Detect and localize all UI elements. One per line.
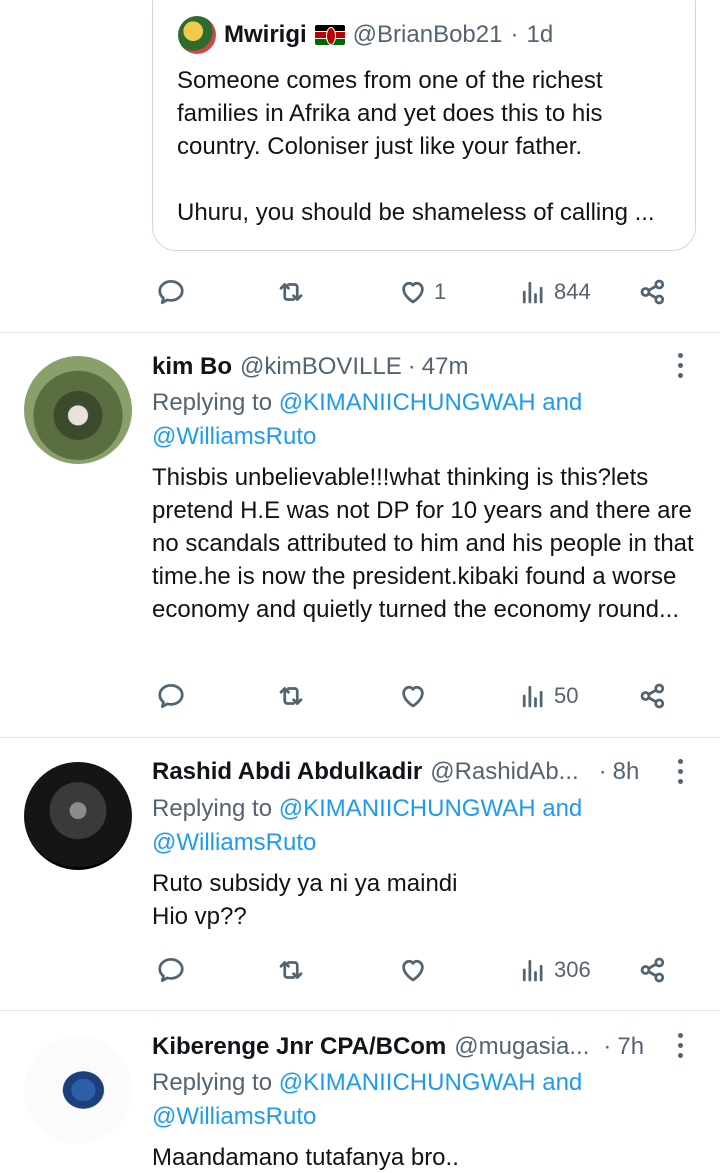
reply-icon	[158, 280, 184, 304]
share-icon	[640, 957, 665, 983]
handle[interactable]: @kimBOVILLE	[240, 353, 402, 381]
handle[interactable]: @mugasia...	[454, 1033, 589, 1061]
dot-separator: ·	[598, 758, 607, 785]
timestamp[interactable]: 7h	[617, 1033, 644, 1061]
mention-link[interactable]: @KIMANIICHUNGWAH	[279, 795, 536, 822]
quoted-tweet-text: Someone comes from one of the richest fa…	[177, 67, 655, 226]
retweet-icon	[279, 687, 303, 705]
retweet-button[interactable]	[276, 676, 306, 716]
like-icon	[402, 959, 424, 982]
mention-link[interactable]: @WilliamsRuto	[152, 829, 316, 856]
quoted-display-name[interactable]: Mwirigi	[224, 21, 307, 49]
replying-and: and	[535, 1069, 583, 1096]
tweet-text: Thisbis unbelievable!!!what thinking is …	[152, 464, 694, 623]
mention-link[interactable]: @KIMANIICHUNGWAH	[279, 1069, 536, 1096]
like-icon	[402, 685, 424, 708]
dot-separator: ·	[407, 353, 416, 380]
views-icon	[522, 959, 543, 982]
timestamp[interactable]: 47m	[422, 353, 469, 381]
avatar[interactable]	[24, 1036, 132, 1144]
more-icon[interactable]	[668, 755, 692, 787]
replying-and: and	[535, 795, 583, 822]
share-button[interactable]	[638, 676, 668, 716]
replying-to: Replying to @KIMANIICHUNGWAH and @William…	[152, 1066, 692, 1134]
views-count: 50	[554, 683, 579, 708]
quoted-handle[interactable]: @BrianBob21	[353, 21, 503, 49]
replying-to: Replying to @KIMANIICHUNGWAH and @William…	[152, 792, 692, 860]
retweet-icon	[279, 961, 303, 979]
views-button[interactable]: 50	[518, 676, 578, 716]
tweet-header: Kiberenge Jnr CPA/BCom @mugasia... · 7h	[152, 1031, 644, 1063]
replying-to: Replying to @KIMANIICHUNGWAH and @William…	[152, 386, 692, 454]
quoted-timestamp[interactable]: 1d	[526, 21, 553, 49]
retweet-button[interactable]	[276, 950, 306, 990]
reply-button[interactable]	[156, 272, 186, 312]
like-button[interactable]	[398, 950, 428, 990]
replying-to-label: Replying to	[152, 1069, 279, 1096]
share-icon	[640, 683, 665, 709]
reply-button[interactable]	[156, 676, 186, 716]
views-button[interactable]: 844	[518, 272, 591, 312]
quoted-avatar[interactable]	[178, 16, 216, 54]
like-icon	[402, 281, 424, 304]
replying-to-label: Replying to	[152, 389, 279, 416]
like-button[interactable]: 1	[398, 272, 446, 312]
more-icon[interactable]	[668, 1029, 692, 1061]
views-icon	[522, 281, 543, 304]
tweet-text: Ruto subsidy ya ni ya maindi Hio vp??	[152, 870, 458, 930]
views-icon	[522, 685, 543, 708]
share-icon	[640, 279, 665, 305]
main-tweet-actions: 1 844	[150, 272, 690, 312]
kenya-flag-icon	[314, 25, 345, 45]
like-count: 1	[434, 279, 447, 304]
dot-separator: ·	[510, 21, 519, 48]
replying-and: and	[535, 389, 583, 416]
avatar[interactable]	[24, 762, 132, 870]
replying-to-label: Replying to	[152, 795, 279, 822]
reply-icon	[158, 958, 184, 982]
tweet-actions: 306	[150, 950, 690, 990]
dot-separator: ·	[603, 1033, 612, 1060]
tweet-text: Maandamano tutafanya bro..	[152, 1144, 459, 1171]
handle[interactable]: @RashidAb...	[430, 758, 578, 786]
tweet-actions: 50	[150, 676, 690, 716]
mention-link[interactable]: @WilliamsRuto	[152, 423, 316, 450]
share-button[interactable]	[638, 272, 668, 312]
avatar[interactable]	[24, 356, 132, 464]
reply-icon	[158, 684, 184, 708]
like-button[interactable]	[398, 676, 428, 716]
display-name[interactable]: kim Bo	[152, 353, 232, 381]
mention-link[interactable]: @KIMANIICHUNGWAH	[279, 389, 536, 416]
mention-link[interactable]: @WilliamsRuto	[152, 1103, 316, 1130]
display-name[interactable]: Rashid Abdi Abdulkadir	[152, 758, 422, 786]
views-button[interactable]: 306	[518, 950, 591, 990]
quoted-tweet-header: Mwirigi @BrianBob21 · 1d	[178, 16, 553, 54]
tweet-header: kim Bo @kimBOVILLE · 47m	[152, 351, 468, 383]
more-icon[interactable]	[668, 349, 692, 381]
views-count: 306	[554, 957, 591, 982]
views-count: 844	[554, 279, 591, 304]
reply-button[interactable]	[156, 950, 186, 990]
tweet-header: Rashid Abdi Abdulkadir @RashidAb... · 8h	[152, 756, 639, 788]
share-button[interactable]	[638, 950, 668, 990]
retweet-icon	[279, 283, 303, 301]
display-name[interactable]: Kiberenge Jnr CPA/BCom	[152, 1033, 446, 1061]
retweet-button[interactable]	[276, 272, 306, 312]
timestamp[interactable]: 8h	[613, 758, 640, 786]
